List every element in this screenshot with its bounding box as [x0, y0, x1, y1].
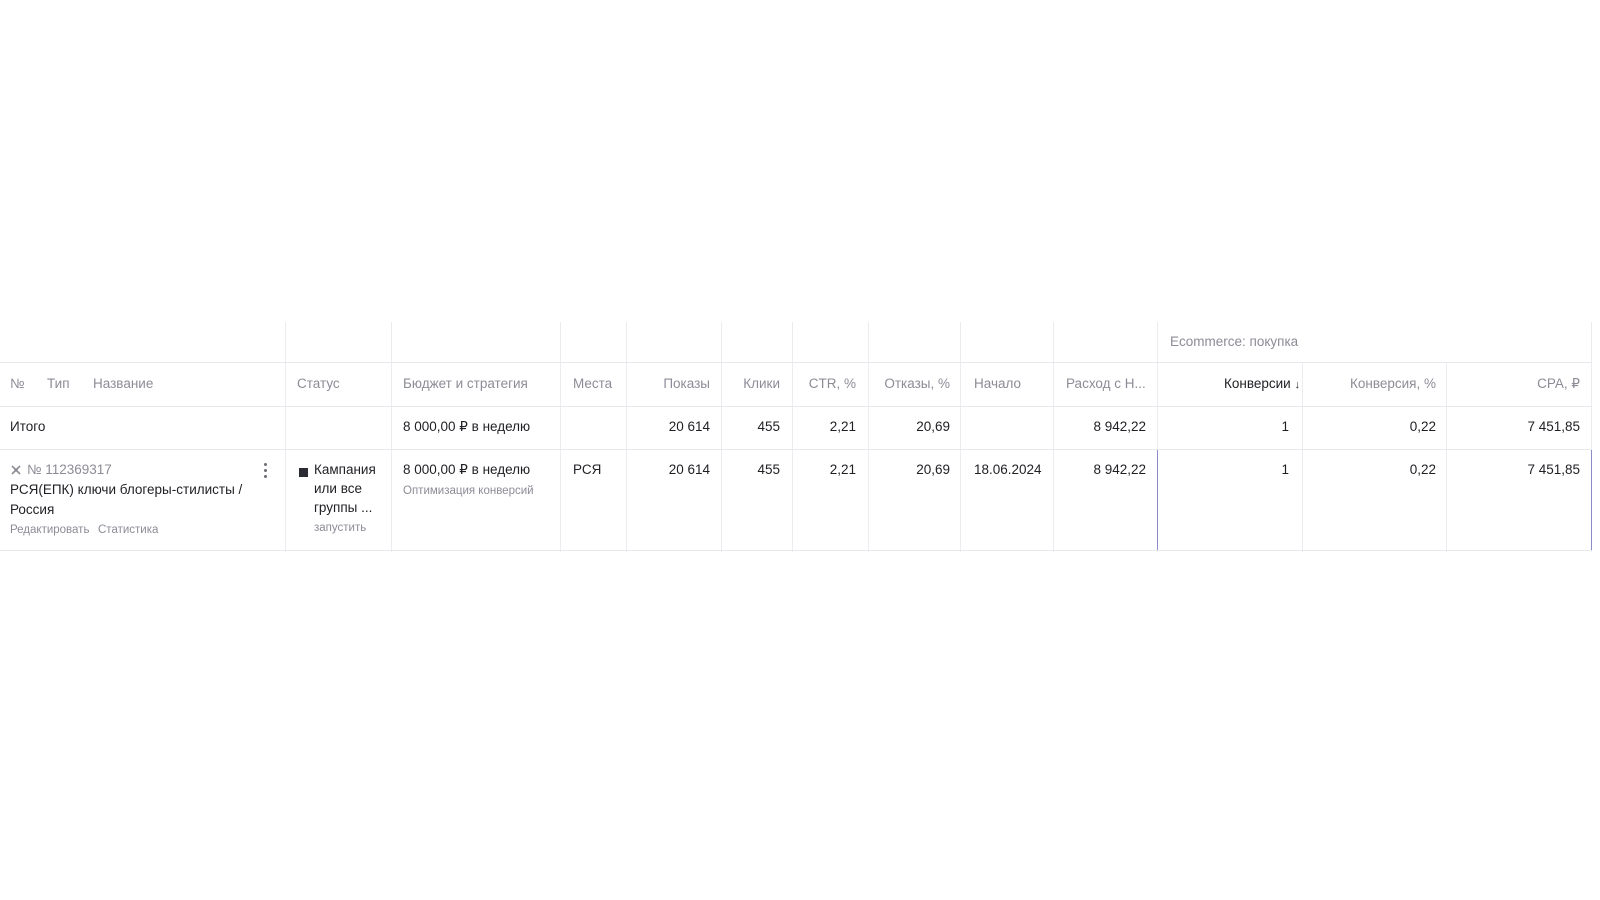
more-vertical-icon[interactable]: [258, 462, 272, 480]
col-divider: [1053, 322, 1054, 552]
campaign-budget[interactable]: 8 000,00 ₽ в неделю: [403, 460, 530, 479]
col-divider: [792, 322, 793, 552]
header-budget[interactable]: Бюджет и стратегия: [403, 374, 528, 393]
campaigns-table: Ecommerce: покупка № Тип Название Статус…: [0, 322, 1592, 552]
header-conversion-rate[interactable]: Конверсия, %: [1302, 374, 1436, 393]
col-divider: [285, 322, 286, 552]
campaign-name-line2[interactable]: Россия: [10, 500, 54, 519]
col-divider: [960, 322, 961, 552]
group-header-ecommerce: Ecommerce: покупка: [1170, 334, 1299, 349]
col-divider: [391, 322, 392, 552]
campaign-places: РСЯ: [573, 462, 602, 477]
campaign-spend: 8 942,22: [1093, 462, 1146, 477]
total-impressions: 20 614: [668, 419, 710, 434]
header-spend[interactable]: Расход с Н...: [1066, 374, 1146, 393]
header-cpa[interactable]: CPA, ₽: [1446, 374, 1580, 393]
campaign-strategy: Оптимизация конверсий: [403, 485, 534, 497]
col-divider: [626, 322, 627, 552]
header-type[interactable]: Тип: [47, 374, 70, 393]
total-spend: 8 942,22: [1093, 419, 1146, 434]
header-clicks[interactable]: Клики: [721, 374, 780, 393]
header-places[interactable]: Места: [573, 374, 612, 393]
edit-link[interactable]: Редактировать: [10, 521, 89, 540]
total-budget: 8 000,00 ₽ в неделю: [403, 419, 531, 434]
header-ctr[interactable]: CTR, %: [792, 374, 856, 393]
stopped-square-icon: [299, 468, 308, 477]
statistics-link[interactable]: Статистика: [98, 521, 158, 540]
header-impressions[interactable]: Показы: [626, 374, 710, 393]
selected-cell-border-right: [1591, 450, 1592, 550]
header-status[interactable]: Статус: [297, 374, 340, 393]
col-divider: [560, 322, 561, 552]
status-line2: или все: [314, 481, 362, 496]
campaign-cpa: 7 451,85: [1527, 462, 1580, 477]
campaign-impressions: 20 614: [668, 462, 710, 477]
row-divider: [0, 449, 1592, 450]
campaign-start-date: 18.06.2024: [974, 462, 1042, 477]
campaign-conversions[interactable]: 1: [1157, 460, 1289, 479]
total-cpa: 7 451,85: [1527, 419, 1580, 434]
rsya-network-icon: [11, 465, 21, 475]
campaign-name-line1[interactable]: РСЯ(ЕПК) ключи блогеры-стилисты /: [10, 480, 242, 499]
status-line3: группы ...: [314, 500, 373, 515]
campaign-ctr: 2,21: [829, 462, 856, 477]
total-bounces: 20,69: [916, 419, 950, 434]
total-label: Итого: [10, 419, 46, 434]
col-divider: [721, 322, 722, 552]
sort-desc-icon: ↓: [1294, 379, 1301, 391]
header-bounces[interactable]: Отказы, %: [868, 374, 950, 393]
campaign-clicks: 455: [757, 462, 780, 477]
header-number[interactable]: №: [10, 374, 24, 393]
row-divider: [0, 362, 1592, 363]
total-clicks: 455: [757, 419, 780, 434]
total-conversions: 1: [1281, 419, 1289, 434]
total-ctr: 2,21: [829, 419, 856, 434]
total-conversion-rate: 0,22: [1409, 419, 1436, 434]
header-conversions[interactable]: Конверсии ↓: [1157, 374, 1300, 395]
campaign-conversion-rate: 0,22: [1409, 462, 1436, 477]
status-line1: Кампания: [314, 462, 376, 477]
col-divider: [868, 322, 869, 552]
campaign-id: № 112369317: [27, 462, 112, 477]
campaign-bounces: 20,69: [916, 462, 950, 477]
header-conversions-label: Конверсии: [1224, 376, 1291, 391]
header-start-date[interactable]: Начало: [974, 374, 1021, 393]
launch-link[interactable]: запустить: [314, 519, 366, 538]
row-divider: [0, 550, 1592, 551]
row-divider: [0, 406, 1592, 407]
header-name[interactable]: Название: [93, 374, 153, 393]
